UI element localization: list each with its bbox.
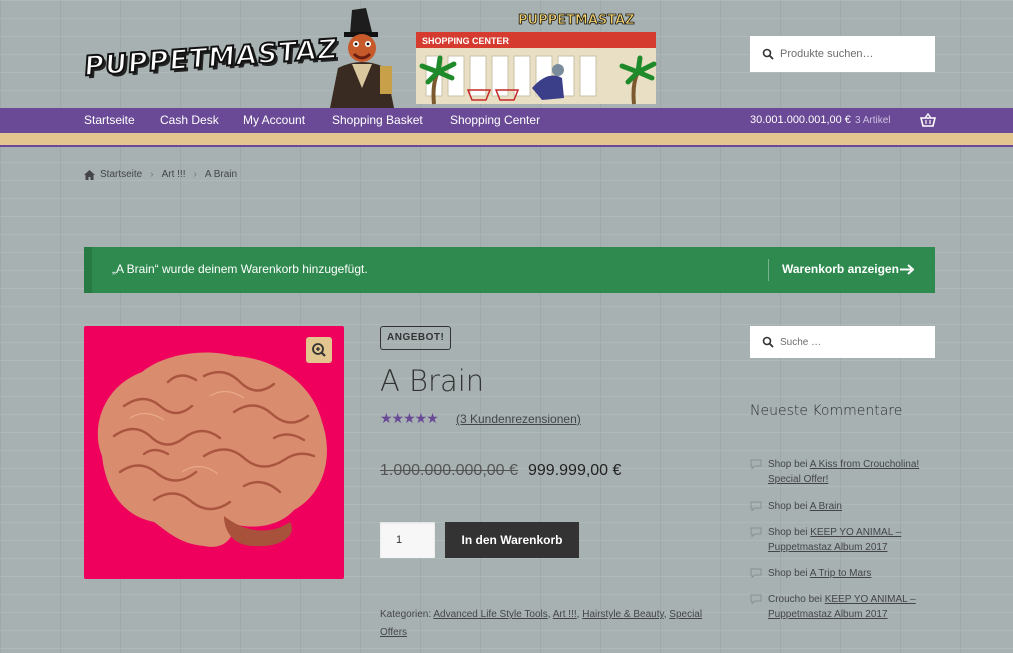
sale-price: 999.999,00 € <box>528 462 622 479</box>
breadcrumb-separator: › <box>193 169 197 180</box>
recent-comment-item: Shop bei A Trip to Mars <box>750 566 935 581</box>
sale-badge: ANGEBOT! <box>380 326 452 350</box>
nav-item-cash-desk[interactable]: Cash Desk <box>160 108 219 133</box>
nav-item-shopping-center[interactable]: Shopping Center <box>450 108 540 133</box>
product-categories: Kategorien: Advanced Life Style Tools, A… <box>380 609 703 638</box>
nav-item-shopping-basket[interactable]: Shopping Basket <box>332 108 423 133</box>
mall-sign-text: SHOPPING CENTER <box>422 36 510 46</box>
quantity-input[interactable] <box>380 522 435 558</box>
breadcrumb-home[interactable]: Startseite <box>100 169 142 180</box>
home-icon <box>84 169 95 180</box>
header-cart-link[interactable]: 30.001.000.001,00 €3 Artikel <box>750 108 891 133</box>
cart-total-amount: 30.001.000.001,00 € <box>750 114 851 126</box>
comment-joiner: bei <box>791 568 810 579</box>
recent-comment-item: Shop bei A Kiss from Croucholina! Specia… <box>750 457 935 487</box>
breadcrumb-separator: › <box>150 169 154 180</box>
comment-joiner: bei <box>791 527 811 538</box>
recent-comment-item: Shop bei KEEP YO ANIMAL – Puppetmastaz A… <box>750 525 935 555</box>
star-rating: ★★★★★ <box>380 410 439 426</box>
comment-post-link[interactable]: A Trip to Mars <box>810 568 872 579</box>
product-search-input[interactable]: Produkte suchen… <box>750 36 935 72</box>
header-stripe <box>0 133 1013 147</box>
brain-image <box>97 352 327 547</box>
cart-item-count: 3 Artikel <box>854 115 891 126</box>
cart-notice-message: „A Brain“ wurde deinem Warenkorb hinzuge… <box>112 262 368 276</box>
product-image[interactable] <box>84 326 344 579</box>
sidebar-search-placeholder: Suche … <box>780 336 822 348</box>
category-link[interactable]: Art !!! <box>553 609 577 620</box>
zoom-icon <box>312 343 326 357</box>
view-cart-link[interactable]: Warenkorb anzeigen <box>782 262 899 276</box>
basket-icon[interactable] <box>920 112 936 128</box>
comment-joiner: bei <box>805 594 825 605</box>
breadcrumb-current: A Brain <box>204 169 238 180</box>
product-title: A Brain <box>380 364 485 398</box>
recent-comment-item: Croucho bei KEEP YO ANIMAL – Puppetmasta… <box>750 592 935 622</box>
comment-author: Croucho <box>768 594 806 605</box>
shopping-center-banner: SHOPPING CENTER PUPPETMASTAZ <box>416 13 657 105</box>
category-link[interactable]: Advanced Life Style Tools <box>433 609 547 620</box>
comment-author: Shop <box>768 501 792 512</box>
notice-divider <box>768 259 769 281</box>
arrow-right-icon <box>900 264 914 275</box>
breadcrumb-category[interactable]: Art !!! <box>162 169 186 180</box>
comment-post-link[interactable]: A Brain <box>810 501 842 512</box>
comment-icon <box>750 459 762 469</box>
comment-joiner: bei <box>791 459 810 470</box>
comment-author: Shop <box>768 527 792 538</box>
nav-item-startseite[interactable]: Startseite <box>84 108 135 133</box>
comment-joiner: bei <box>791 501 810 512</box>
image-zoom-button[interactable] <box>306 337 332 363</box>
nav-item-my-account[interactable]: My Account <box>243 108 305 133</box>
comment-icon <box>750 527 762 537</box>
breadcrumb: Startseite › Art !!! › A Brain <box>84 169 237 180</box>
category-link[interactable]: Hairstyle & Beauty <box>582 609 664 620</box>
recent-comments-title: Neueste Kommentare <box>750 403 903 419</box>
comment-icon <box>750 594 762 604</box>
add-to-cart-button[interactable]: In den Warenkorb <box>445 522 579 558</box>
mall-logo-text: PUPPETMASTAZ <box>518 13 635 28</box>
comment-author: Shop <box>768 459 792 470</box>
site-logo[interactable]: PUPPETMASTAZ <box>82 29 340 92</box>
categories-label: Kategorien: <box>380 609 432 620</box>
comment-icon <box>750 568 762 578</box>
sidebar-search-input[interactable]: Suche … <box>750 326 935 358</box>
recent-comment-item: Shop bei A Brain <box>750 499 935 514</box>
comment-icon <box>750 501 762 511</box>
search-icon <box>762 336 774 348</box>
product-search-placeholder: Produkte suchen… <box>780 48 874 60</box>
search-icon <box>762 48 774 60</box>
reviews-link[interactable]: (3 Kundenrezensionen) <box>456 412 581 426</box>
comment-author: Shop <box>768 568 792 579</box>
regular-price: 1.000.000.000,00 € <box>380 462 518 479</box>
puppet-mascot-image <box>330 8 394 108</box>
